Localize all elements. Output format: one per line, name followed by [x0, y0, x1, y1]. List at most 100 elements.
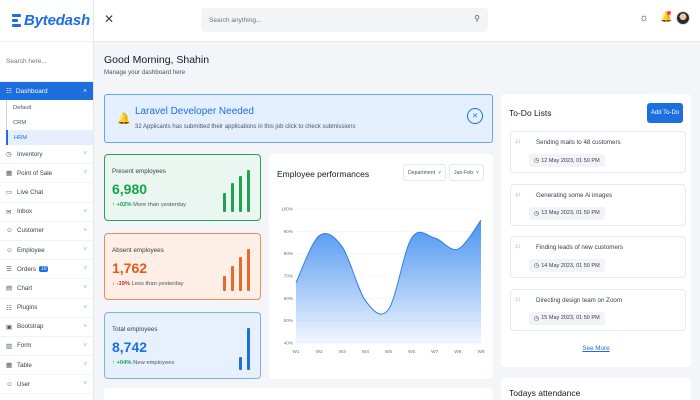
theme-toggle-icon[interactable]: ☼: [639, 12, 649, 24]
todo-item-name: Sending mails to 48 customers: [536, 139, 621, 146]
sidebar-item-label: User: [17, 380, 31, 388]
stat-card-absent: Absent employees 1,762 ↓ -19% Less than …: [104, 233, 261, 300]
notification-dot: [667, 11, 671, 15]
avatar[interactable]: [676, 11, 690, 25]
performance-area: [296, 220, 481, 343]
orders-count-badge: 10: [38, 266, 49, 273]
clock-icon: ◷: [534, 210, 540, 217]
x-tick-label: W1: [292, 349, 300, 355]
chevron-down-icon: ˅: [83, 323, 87, 330]
sidebar-item-plugins[interactable]: ☷ Plugins ˅: [0, 299, 93, 318]
sidebar-item-form[interactable]: ▥ Form ˅: [0, 337, 93, 357]
todo-item[interactable]: ⁙ Sending mails to 48 customers ◷ 12 May 20…: [510, 131, 686, 173]
sidebar-item-live-chat[interactable]: ▭ Live Chat: [0, 183, 93, 203]
stat-label: Total employees: [112, 326, 158, 333]
chevron-up-icon: ˄: [83, 87, 87, 95]
drag-handle-icon[interactable]: ⁙: [515, 138, 521, 146]
x-tick-label: W6: [408, 349, 416, 355]
sidebar-item-customer[interactable]: ☺ Customer ˅: [0, 222, 93, 241]
close-sidebar-icon[interactable]: ✕: [104, 12, 114, 26]
stat-change: ↑ +04% New employees: [112, 360, 174, 366]
sidebar-item-dashboard[interactable]: ☷ Dashboard ˄: [0, 82, 93, 100]
chevron-down-icon: ˅: [83, 285, 87, 292]
todo-item-name: Directing design team on Zoom: [536, 296, 622, 304]
sidebar-item-table[interactable]: ▦ Table ˅: [0, 356, 93, 376]
y-tick-label: 80%: [284, 251, 293, 256]
stat-bar: [247, 328, 250, 370]
x-tick-label: W7: [431, 349, 439, 355]
sidebar-item-inbox[interactable]: ✉ Inbox ˅: [0, 203, 93, 222]
sidebar-item-label: Table: [17, 361, 32, 369]
brand-name: Bytedash: [24, 12, 90, 29]
add-todo-button[interactable]: Add To-Do: [647, 103, 683, 123]
sidebar-item-user[interactable]: ☺ User ˅: [0, 375, 93, 395]
chevron-down-icon: ˅: [83, 151, 87, 158]
sidebar-item-bootstrap[interactable]: ▣ Bootstrap ˅: [0, 318, 93, 337]
chevron-down-icon: ˅: [83, 247, 87, 254]
sidebar-item-label: Plugins: [17, 304, 38, 312]
clock-icon: ◷: [534, 315, 540, 322]
stat-value: 1,762: [112, 260, 148, 276]
brand-logo[interactable]: Bytedash: [0, 0, 93, 42]
stat-delta: -19%: [116, 281, 131, 287]
drag-handle-icon[interactable]: ⁙: [515, 296, 521, 304]
todo-date-text: 14 May 2023, 01 50 PM: [541, 262, 600, 269]
todo-item-date: ◷ 15 May 2023, 01 50 PM: [529, 311, 605, 325]
stat-value: 8,742: [112, 339, 148, 355]
stat-bars: [223, 249, 250, 291]
plug-icon: ☷: [6, 304, 12, 312]
sidebar-item-label: Form: [17, 342, 32, 350]
arrow-up-icon: ↑: [112, 360, 115, 366]
alert-close-button[interactable]: ✕: [467, 108, 483, 124]
sidebar-search-input[interactable]: Search here...: [0, 42, 93, 82]
sidebar-item-inventory[interactable]: ◷ Inventory ˅: [0, 145, 93, 165]
drag-handle-icon[interactable]: ⁙: [515, 243, 521, 251]
sidebar-item-chart[interactable]: ▤ Chart ˅: [0, 279, 93, 299]
search-input[interactable]: Search anything... ⚲: [201, 8, 488, 32]
chevron-down-icon: ˅: [83, 304, 87, 311]
todo-item[interactable]: ⁙ Directing design team on Zoom ◷ 15 May 20…: [510, 288, 686, 331]
drag-handle-icon[interactable]: ⁙: [515, 191, 521, 199]
stat-label: Present employees: [112, 168, 166, 175]
sidebar-subitem-default[interactable]: Default: [6, 100, 93, 115]
sidebar-item-label: Bootstrap: [17, 323, 44, 331]
x-tick-label: W3: [339, 349, 347, 355]
todo-item-date: ◷ 13 May 2023, 01 50 PM: [529, 206, 605, 220]
stat-bar: [223, 276, 226, 291]
bell-icon: 🔔: [117, 113, 131, 125]
search-icon[interactable]: ⚲: [474, 14, 480, 23]
todo-item-date: ◷ 12 May 2023, 01 50 PM: [529, 154, 605, 167]
stat-note: New employees: [133, 360, 175, 366]
job-alert[interactable]: 🔔 Laravel Developer Needed 32 Applicants…: [104, 94, 493, 143]
logo-icon: [12, 14, 21, 27]
y-tick-label: 70%: [284, 274, 293, 279]
dashboard-submenu: Default CRM HRM: [0, 100, 93, 145]
sidebar-item-orders[interactable]: ☰ Orders 10 ˅: [0, 260, 93, 280]
sidebar-subitem-hrm[interactable]: HRM: [6, 130, 93, 145]
table-icon: ▦: [6, 362, 13, 370]
stat-bar: [239, 176, 242, 212]
arrow-down-icon: ↓: [112, 281, 115, 287]
bottom-card: [104, 388, 493, 400]
chevron-down-icon: ˅: [83, 170, 87, 177]
x-tick-label: W4: [362, 349, 370, 355]
todo-item-date: ◷ 14 May 2023, 01 50 PM: [529, 259, 605, 272]
stat-note: Less than yesterday: [131, 281, 184, 287]
todo-item[interactable]: ⁙ Generating some Ai images ◷ 13 May 2023, …: [510, 183, 686, 226]
todo-item[interactable]: ⁙ Finding leads of new customers ◷ 14 May 2…: [510, 236, 686, 278]
sidebar-item-point-of-sale[interactable]: ▦ Point of Sale ˅: [0, 164, 93, 184]
sidebar-item-label: Dashboard: [15, 87, 48, 95]
performance-area-chart: 40% 50% 60% 70% 80% 90% 100% W1 W2 W3 W4 W5 W6 W7 W8 W9: [281, 207, 485, 356]
page-title: Good Morning, Shahin: [104, 54, 210, 66]
sidebar-item-label: Chart: [17, 284, 33, 292]
stat-bars: [223, 170, 250, 212]
attendance-card: Todays attendance: [501, 378, 691, 400]
clock-icon: ◷: [534, 263, 540, 269]
chat-icon: ▭: [6, 189, 13, 197]
see-more-link[interactable]: See More: [501, 345, 691, 352]
sidebar-subitem-crm[interactable]: CRM: [6, 115, 93, 130]
box-icon: ▣: [6, 323, 13, 331]
topbar: ✕ Search anything... ⚲ ☼ 🔔: [94, 0, 700, 42]
stat-bar: [231, 183, 234, 212]
sidebar-item-employee[interactable]: ☺ Employee ˅: [0, 241, 93, 261]
